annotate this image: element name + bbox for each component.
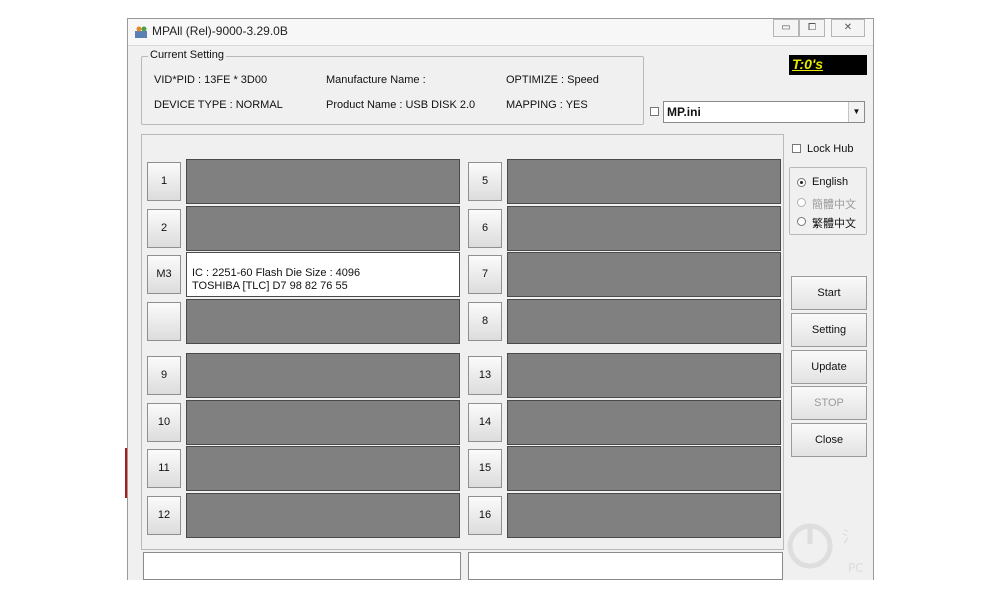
port-button-8[interactable]: 8	[468, 302, 502, 341]
language-english-label: English	[812, 176, 849, 188]
language-traditional-chinese-label: 繁體中文	[812, 218, 856, 230]
port-button-16[interactable]: 16	[468, 496, 502, 535]
port-slot-9	[186, 353, 460, 398]
chevron-down-icon[interactable]: ▼	[848, 102, 864, 122]
port-button-M3[interactable]: M3	[147, 255, 181, 294]
port-slot-10	[186, 400, 460, 445]
mapping-label: MAPPING : YES	[506, 99, 588, 111]
device-type-label: DEVICE TYPE : NORMAL	[154, 99, 283, 111]
vid-pid-label: VID*PID : 13FE * 3D00	[154, 74, 268, 86]
status-box-left	[143, 552, 461, 580]
config-file-value: MP.ini	[667, 105, 701, 119]
config-file-checkbox[interactable]	[650, 107, 659, 116]
port-button-11[interactable]: 11	[147, 449, 181, 488]
port-slot-11	[186, 446, 460, 491]
port-slot-16	[507, 493, 781, 538]
port-info-line-2: TOSHIBA [TLC] D7 98 82 76 55	[192, 280, 348, 292]
port-slot-14	[507, 400, 781, 445]
port-slot-8	[507, 299, 781, 344]
port-slot-7	[507, 252, 781, 297]
port-button-2[interactable]: 2	[147, 209, 181, 248]
product-name-label: Product Name : USB DISK 2.0	[326, 99, 476, 111]
port-button-13[interactable]: 13	[468, 356, 502, 395]
port-button-14[interactable]: 14	[468, 403, 502, 442]
port-button-blank[interactable]	[147, 302, 181, 341]
port-button-9[interactable]: 9	[147, 356, 181, 395]
lock-hub-label: Lock Hub	[807, 143, 854, 155]
port-slot-6	[507, 206, 781, 251]
maximize-button[interactable]: ⧠	[799, 19, 825, 37]
port-slot-15	[507, 446, 781, 491]
language-simplified-chinese-label: 簡體中文	[812, 199, 856, 211]
port-button-5[interactable]: 5	[468, 162, 502, 201]
title-bar: MPAll (Rel)-9000-3.29.0B ▭ ⧠ ✕	[128, 19, 873, 45]
current-setting-legend: Current Setting	[148, 49, 226, 61]
port-button-15[interactable]: 15	[468, 449, 502, 488]
port-button-7[interactable]: 7	[468, 255, 502, 294]
svg-text:PC: PC	[848, 561, 864, 575]
port-button-10[interactable]: 10	[147, 403, 181, 442]
timer-display: T:0's	[789, 55, 867, 75]
port-slot-13	[507, 353, 781, 398]
port-slot-M3: IC : 2251-60 Flash Die Size : 4096 TOSHIB…	[186, 252, 460, 297]
app-window: MPAll (Rel)-9000-3.29.0B ▭ ⧠ ✕ Current S…	[127, 18, 874, 580]
language-traditional-chinese-radio[interactable]	[797, 217, 806, 226]
port-slot-1	[186, 159, 460, 204]
config-file-dropdown[interactable]: MP.ini ▼	[663, 101, 865, 123]
update-button[interactable]: Update	[791, 350, 867, 384]
close-button[interactable]: Close	[791, 423, 867, 457]
port-info-line-1: IC : 2251-60 Flash Die Size : 4096	[192, 267, 361, 279]
language-group: English 簡體中文 繁體中文	[789, 167, 867, 235]
status-box-right	[468, 552, 783, 580]
timer-text: T:0's	[792, 56, 824, 72]
port-button-6[interactable]: 6	[468, 209, 502, 248]
watermark-logo: 氵 PC	[787, 523, 864, 575]
minimize-button[interactable]: ▭	[773, 19, 799, 37]
port-slot-blank	[186, 299, 460, 344]
port-slot-12	[186, 493, 460, 538]
stop-button[interactable]: STOP	[791, 386, 867, 420]
language-simplified-chinese-radio[interactable]	[797, 198, 806, 207]
port-slot-5	[507, 159, 781, 204]
manufacture-name-label: Manufacture Name :	[326, 74, 426, 86]
optimize-label: OPTIMIZE : Speed	[506, 74, 599, 86]
setting-button[interactable]: Setting	[791, 313, 867, 347]
port-slot-2	[186, 206, 460, 251]
language-english-radio[interactable]	[797, 178, 806, 187]
lock-hub-checkbox[interactable]	[792, 144, 801, 153]
start-button[interactable]: Start	[791, 276, 867, 310]
current-setting-group: Current Setting VID*PID : 13FE * 3D00 DE…	[141, 49, 644, 125]
window-title: MPAll (Rel)-9000-3.29.0B	[152, 24, 288, 38]
app-icon	[135, 26, 147, 38]
port-button-1[interactable]: 1	[147, 162, 181, 201]
svg-text:氵: 氵	[842, 527, 858, 546]
port-button-12[interactable]: 12	[147, 496, 181, 535]
main-content: Current Setting VID*PID : 13FE * 3D00 DE…	[128, 45, 873, 580]
window-close-button[interactable]: ✕	[831, 19, 865, 37]
